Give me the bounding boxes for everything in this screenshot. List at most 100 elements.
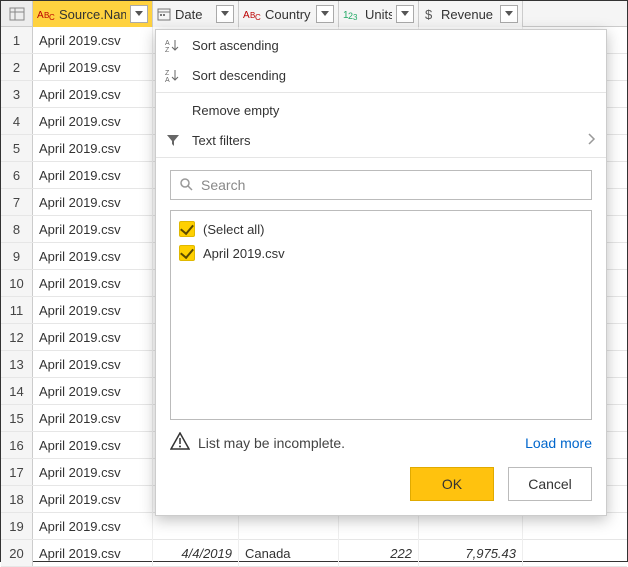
filter-value-row[interactable]: April 2019.csv	[179, 241, 583, 265]
sort-descending-item[interactable]: ZA Sort descending	[156, 60, 606, 90]
column-header-source-name[interactable]: ABC Source.Name	[33, 1, 153, 27]
button-label: Cancel	[528, 476, 572, 492]
table-row[interactable]: 20April 2019.csv4/4/2019Canada2227,975.4…	[1, 540, 627, 567]
cell-source[interactable]: April 2019.csv	[33, 297, 153, 324]
row-number[interactable]: 13	[1, 351, 33, 377]
cell-revenue[interactable]	[419, 513, 523, 540]
row-number[interactable]: 17	[1, 459, 33, 485]
row-number[interactable]: 19	[1, 513, 33, 539]
checkbox-checked-icon[interactable]	[179, 221, 195, 237]
corner-header[interactable]	[1, 1, 33, 26]
select-all-row[interactable]: (Select all)	[179, 217, 583, 241]
cell-country[interactable]	[239, 513, 339, 540]
row-number[interactable]: 6	[1, 162, 33, 188]
menu-separator	[156, 157, 606, 158]
filter-values-list[interactable]: (Select all) April 2019.csv	[170, 210, 592, 420]
row-number[interactable]: 20	[1, 540, 33, 566]
row-number[interactable]: 3	[1, 81, 33, 107]
column-label: Date	[175, 7, 212, 22]
column-label: Country	[265, 7, 312, 22]
cell-source[interactable]: April 2019.csv	[33, 81, 153, 108]
svg-text:$: $	[425, 7, 433, 21]
row-number[interactable]: 7	[1, 189, 33, 215]
ok-button[interactable]: OK	[410, 467, 494, 501]
incomplete-warning: List may be incomplete. Load more	[170, 432, 592, 453]
menu-label: Sort ascending	[192, 38, 279, 53]
filter-dropdown-button[interactable]	[396, 5, 414, 23]
cell-source[interactable]: April 2019.csv	[33, 432, 153, 459]
filter-body: (Select all) April 2019.csv List may be …	[156, 160, 606, 515]
column-header-units[interactable]: 123 Units	[339, 1, 419, 27]
currency-type-icon: $	[423, 7, 437, 21]
cell-source[interactable]: April 2019.csv	[33, 540, 153, 567]
row-number[interactable]: 2	[1, 54, 33, 80]
column-header-date[interactable]: Date	[153, 1, 239, 27]
svg-text:A: A	[165, 77, 170, 83]
menu-label: Remove empty	[192, 103, 279, 118]
column-header-country[interactable]: ABC Country	[239, 1, 339, 27]
text-type-icon: ABC	[37, 7, 55, 21]
sort-desc-icon: ZA	[164, 67, 182, 83]
cell-source[interactable]: April 2019.csv	[33, 270, 153, 297]
sort-ascending-item[interactable]: AZ Sort ascending	[156, 30, 606, 60]
table-row[interactable]: 19April 2019.csv	[1, 513, 627, 540]
svg-text:C: C	[49, 13, 55, 21]
cell-revenue[interactable]: 7,975.43	[419, 540, 523, 567]
search-input[interactable]	[199, 176, 583, 194]
menu-label: Sort descending	[192, 68, 286, 83]
check-label: (Select all)	[203, 222, 264, 237]
cell-source[interactable]: April 2019.csv	[33, 324, 153, 351]
cell-source[interactable]: April 2019.csv	[33, 351, 153, 378]
cell-source[interactable]: April 2019.csv	[33, 459, 153, 486]
cell-units[interactable]: 222	[339, 540, 419, 567]
text-type-icon: ABC	[243, 7, 261, 21]
checkbox-checked-icon[interactable]	[179, 245, 195, 261]
row-number[interactable]: 9	[1, 243, 33, 269]
cell-date[interactable]: 4/4/2019	[153, 540, 239, 567]
svg-text:C: C	[255, 13, 261, 21]
row-number[interactable]: 11	[1, 297, 33, 323]
cell-units[interactable]	[339, 513, 419, 540]
cell-source[interactable]: April 2019.csv	[33, 513, 153, 540]
row-number[interactable]: 15	[1, 405, 33, 431]
cell-source[interactable]: April 2019.csv	[33, 189, 153, 216]
date-type-icon	[157, 7, 171, 21]
row-number[interactable]: 8	[1, 216, 33, 242]
filter-dropdown-button[interactable]	[216, 5, 234, 23]
cell-source[interactable]: April 2019.csv	[33, 162, 153, 189]
row-number[interactable]: 1	[1, 27, 33, 53]
number-type-icon: 123	[343, 7, 361, 21]
load-more-link[interactable]: Load more	[525, 435, 592, 451]
cell-source[interactable]: April 2019.csv	[33, 108, 153, 135]
svg-text:Z: Z	[165, 70, 170, 77]
cell-source[interactable]: April 2019.csv	[33, 27, 153, 54]
cell-source[interactable]: April 2019.csv	[33, 378, 153, 405]
cell-source[interactable]: April 2019.csv	[33, 405, 153, 432]
row-number[interactable]: 4	[1, 108, 33, 134]
row-number[interactable]: 12	[1, 324, 33, 350]
cell-source[interactable]: April 2019.csv	[33, 486, 153, 513]
cell-date[interactable]	[153, 513, 239, 540]
row-number[interactable]: 14	[1, 378, 33, 404]
column-header-revenue[interactable]: $ Revenue	[419, 1, 523, 27]
row-number[interactable]: 16	[1, 432, 33, 458]
row-number[interactable]: 18	[1, 486, 33, 512]
remove-empty-item[interactable]: Remove empty	[156, 95, 606, 125]
column-label: Units	[365, 7, 392, 22]
check-label: April 2019.csv	[203, 246, 285, 261]
row-number[interactable]: 10	[1, 270, 33, 296]
filter-dropdown-button[interactable]	[130, 5, 148, 23]
row-number[interactable]: 5	[1, 135, 33, 161]
cell-source[interactable]: April 2019.csv	[33, 135, 153, 162]
cell-source[interactable]: April 2019.csv	[33, 54, 153, 81]
search-box[interactable]	[170, 170, 592, 200]
column-label: Revenue	[441, 7, 496, 22]
svg-text:A: A	[37, 10, 44, 21]
text-filters-item[interactable]: Text filters	[156, 125, 606, 155]
filter-dropdown-button[interactable]	[500, 5, 518, 23]
cancel-button[interactable]: Cancel	[508, 467, 592, 501]
cell-source[interactable]: April 2019.csv	[33, 216, 153, 243]
cell-source[interactable]: April 2019.csv	[33, 243, 153, 270]
filter-dropdown-button[interactable]	[316, 5, 334, 23]
cell-country[interactable]: Canada	[239, 540, 339, 567]
